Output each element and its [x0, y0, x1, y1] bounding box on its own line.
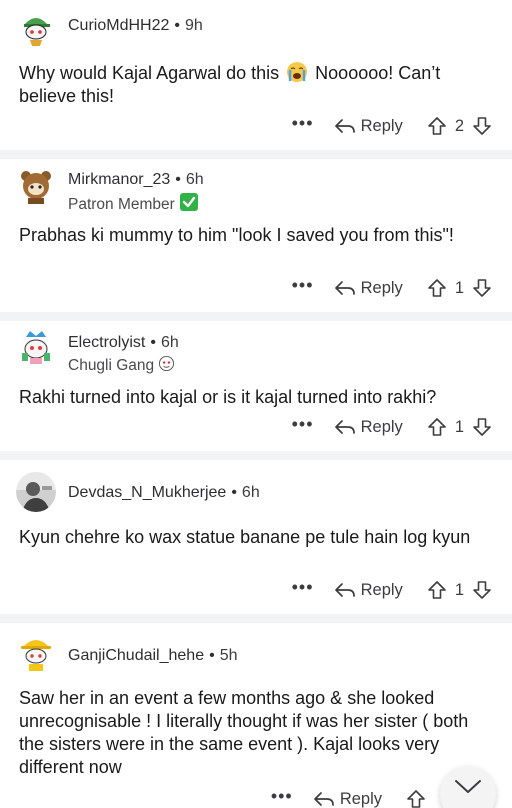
timestamp: 9h: [184, 17, 203, 34]
username[interactable]: Devdas_N_Mukherjee: [68, 484, 226, 501]
meta-dot: •: [174, 17, 180, 34]
reply-arrow-icon: [334, 281, 355, 295]
reply-label: Reply: [360, 278, 403, 297]
downvote-icon[interactable]: [472, 417, 492, 437]
loudly-crying-emoji-icon: [286, 61, 308, 83]
vote-count: 1: [454, 580, 464, 599]
username[interactable]: Electrolyist: [68, 334, 145, 351]
reply-button[interactable]: Reply: [334, 418, 403, 437]
reply-label: Reply: [360, 116, 403, 135]
flair-label: Chugli Gang: [68, 357, 155, 374]
downvote-icon[interactable]: [472, 278, 492, 298]
photo-avatar-icon[interactable]: [16, 472, 56, 512]
more-options-icon[interactable]: •••: [271, 787, 292, 805]
username[interactable]: Mirkmanor_23: [68, 171, 170, 188]
comment-actions: ••• Reply 1: [292, 274, 492, 302]
snoo-crown-avatar-icon[interactable]: [16, 327, 56, 367]
comment-separator: [0, 312, 512, 321]
more-options-icon[interactable]: •••: [292, 578, 313, 596]
upvote-icon[interactable]: [427, 116, 447, 136]
downvote-icon[interactable]: [472, 116, 492, 136]
snoo-yellow-hat-avatar-icon[interactable]: [16, 633, 56, 673]
comment-meta: CurioMdHH22 • 9h: [68, 17, 203, 35]
face-flair-icon: [158, 355, 175, 377]
reply-arrow-icon: [334, 119, 355, 133]
snoo-bear-costume-avatar-icon[interactable]: [16, 166, 56, 206]
username[interactable]: CurioMdHH22: [68, 17, 169, 34]
meta-dot: •: [209, 647, 215, 664]
vote-count: 1: [454, 278, 464, 297]
timestamp: 6h: [160, 334, 179, 351]
snoo-green-cap-avatar-icon[interactable]: [16, 8, 56, 48]
comment-meta: Electrolyist • 6h: [68, 334, 179, 352]
timestamp: 5h: [219, 647, 238, 664]
meta-dot: •: [175, 171, 181, 188]
vote-controls: 1: [427, 580, 492, 600]
vote-controls: 2: [427, 116, 492, 136]
reply-button[interactable]: Reply: [334, 279, 403, 298]
reply-label: Reply: [360, 417, 403, 436]
comment-body: Prabhas ki mummy to him "look I saved yo…: [19, 225, 454, 245]
reply-label: Reply: [339, 789, 382, 808]
comment-3: Electrolyist • 6h Chugli Gang Rakhi turned…: [0, 321, 512, 451]
comment-body: Saw her in an event a few months ago & s…: [19, 688, 469, 777]
comment-separator: [0, 614, 512, 623]
meta-dot: •: [150, 334, 156, 351]
reply-button[interactable]: Reply: [313, 790, 382, 808]
more-options-icon[interactable]: •••: [292, 276, 313, 294]
comment-meta: Mirkmanor_23 • 6h: [68, 171, 204, 189]
user-flair: Chugli Gang: [68, 355, 175, 377]
upvote-icon[interactable]: [427, 278, 447, 298]
reply-arrow-icon: [313, 792, 334, 806]
comment-1: CurioMdHH22 • 9h Why would Kajal Agarwal d…: [0, 0, 512, 150]
reply-arrow-icon: [334, 420, 355, 434]
user-flair: Patron Member: [68, 192, 199, 217]
comment-actions: ••• Reply 1: [292, 413, 492, 441]
vote-controls: 1: [427, 278, 492, 298]
comment-meta: GanjiChudail_hehe • 5h: [68, 647, 238, 665]
upvote-icon[interactable]: [406, 789, 426, 808]
vote-count: 2: [454, 116, 464, 135]
vote-controls: 1: [427, 417, 492, 437]
reply-arrow-icon: [334, 583, 355, 597]
comment-actions: ••• Reply 2: [292, 112, 492, 140]
comment-actions: ••• Reply 1: [292, 576, 492, 604]
downvote-icon[interactable]: [472, 580, 492, 600]
comment-body: Why would Kajal Agarwal do this Noooooo!…: [19, 61, 496, 108]
comment-2: Mirkmanor_23 • 6h Patron Member Prabhas ki…: [0, 159, 512, 312]
comment-5: GanjiChudail_hehe • 5h Saw her in an event…: [0, 623, 512, 808]
reply-button[interactable]: Reply: [334, 117, 403, 136]
timestamp: 6h: [241, 484, 260, 501]
comment-4: Devdas_N_Mukherjee • 6h Kyun chehre ko wax…: [0, 460, 512, 614]
username[interactable]: GanjiChudail_hehe: [68, 647, 204, 664]
reply-button[interactable]: Reply: [334, 581, 403, 600]
comment-body: Rakhi turned into kajal or is it kajal t…: [19, 387, 437, 407]
reply-label: Reply: [360, 580, 403, 599]
comment-separator: [0, 150, 512, 159]
comment-actions: ••• Reply: [271, 785, 426, 808]
comment-body: Kyun chehre ko wax statue banane pe tule…: [19, 527, 471, 547]
more-options-icon[interactable]: •••: [292, 114, 313, 132]
comment-text-part: Why would Kajal Agarwal do this: [19, 63, 280, 83]
chevron-down-icon: [455, 780, 481, 793]
comment-meta: Devdas_N_Mukherjee • 6h: [68, 484, 260, 502]
comment-separator: [0, 451, 512, 460]
upvote-icon[interactable]: [427, 580, 447, 600]
more-options-icon[interactable]: •••: [292, 415, 313, 433]
upvote-icon[interactable]: [427, 417, 447, 437]
vote-count: 1: [454, 417, 464, 436]
flair-label: Patron Member: [68, 195, 175, 213]
timestamp: 6h: [185, 171, 204, 188]
check-mark-flair-icon: [179, 192, 199, 217]
meta-dot: •: [231, 484, 237, 501]
vote-controls: [406, 789, 426, 808]
